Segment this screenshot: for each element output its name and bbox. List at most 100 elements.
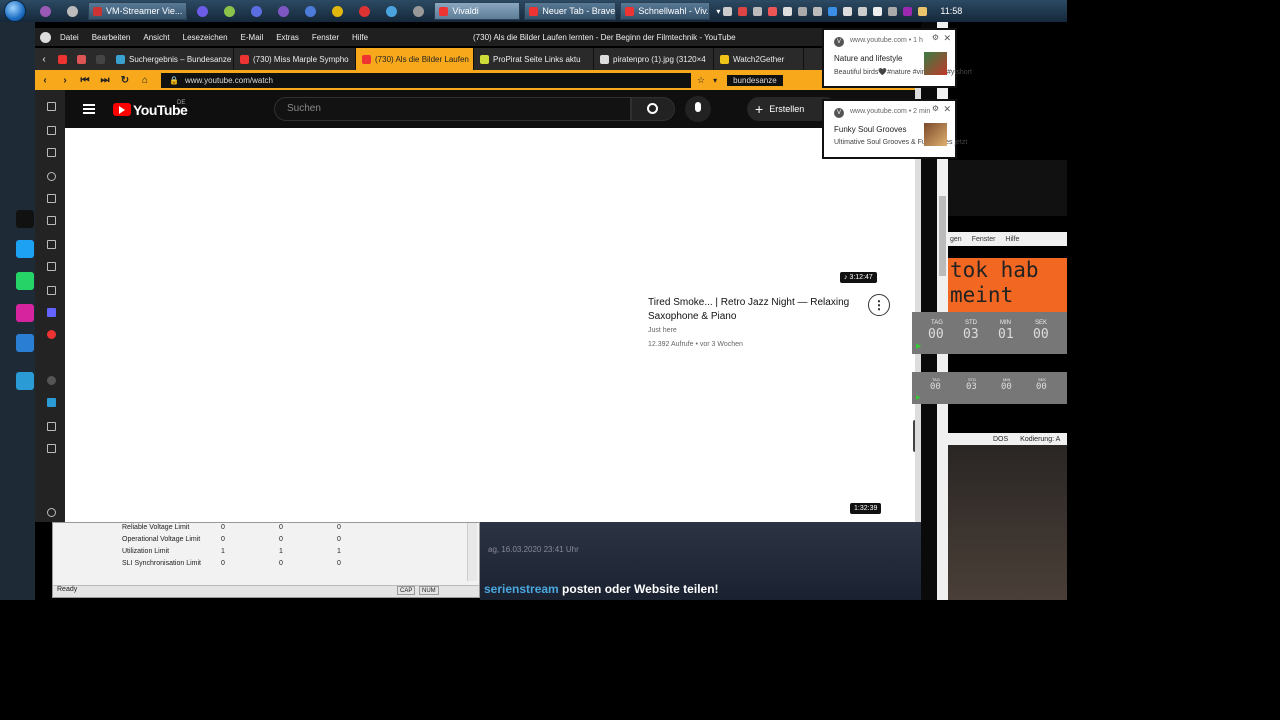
app-icon[interactable] [305,5,317,17]
tray-icon[interactable] [828,6,838,16]
tab-icon[interactable] [96,54,105,64]
tab-als-die-bilder[interactable]: (730) Als die Bilder Laufen [356,48,474,70]
vivaldi-menu-icon[interactable] [40,31,51,43]
tray-icon[interactable] [888,6,898,16]
whatsapp-icon[interactable] [16,272,34,290]
post-link[interactable]: serienstream posten oder Website teilen! [484,582,719,596]
tasks-icon[interactable] [47,286,56,295]
home-icon[interactable]: ⌂ [138,75,152,86]
translate-icon[interactable] [47,240,56,249]
chevron-left-icon[interactable]: ‹ [35,54,53,65]
notes-icon[interactable] [47,194,56,203]
tab-watch2gether[interactable]: Watch2Gether [714,48,804,70]
settings-icon[interactable]: ⚙ [932,33,939,42]
scrollbar[interactable] [467,523,477,581]
reload-icon[interactable]: ↻ [118,75,132,86]
app-icon[interactable] [251,5,263,17]
menu-hilfe[interactable]: Hilfe [352,33,368,42]
menu-datei[interactable]: Datei [60,33,79,42]
reading-list-icon[interactable] [47,126,56,135]
taskbar-task-vm-streamer[interactable]: VM-Streamer Vie... [88,2,188,20]
app-icon[interactable] [278,5,290,17]
taskbar-task-schnellwahl[interactable]: Schnellwahl - Viv... [620,2,711,20]
mail-icon[interactable] [47,216,56,225]
history-icon[interactable] [47,172,56,181]
app-icon[interactable] [197,5,209,17]
more-options-icon[interactable]: ⋮ [868,294,890,316]
menu-bearbeiten[interactable]: Bearbeiten [92,33,131,42]
telegram-icon[interactable] [16,372,34,390]
app-icon[interactable] [224,5,236,17]
search-button[interactable] [631,97,675,121]
app-icon[interactable] [413,5,425,17]
tab-suchergebnis[interactable]: Suchergebnis – Bundesanze [110,48,234,70]
tray-icon[interactable] [813,6,823,16]
play-icon[interactable]: ▶ [916,342,921,350]
tray-icon[interactable] [903,6,913,16]
vivaldi-icon[interactable] [47,330,56,339]
app-icon[interactable] [359,5,371,17]
page-icon[interactable] [47,422,56,431]
notification-toast[interactable]: V www.youtube.com • 2 min ⚙ ✕ Funky Soul… [822,99,967,159]
tray-icon[interactable] [768,6,778,16]
notification-toast[interactable]: V www.youtube.com • 1 h ⚙ ✕ Nature and l… [822,28,972,88]
steam-icon[interactable] [783,6,793,16]
menu-item[interactable]: Hilfe [1005,236,1019,243]
app-icon[interactable] [16,334,34,352]
fast-forward-icon[interactable]: ⏭ [98,75,112,86]
tab-miss-marple[interactable]: (730) Miss Marple Sympho [234,48,356,70]
menu-extras[interactable]: Extras [276,33,299,42]
tray-icon[interactable] [873,6,883,16]
rewind-icon[interactable]: ⏮ [78,75,92,86]
menu-item[interactable]: gen [950,236,962,243]
tray-icon[interactable] [843,6,853,16]
video-title[interactable]: Tired Smoke... | Retro Jazz Night — Rela… [648,296,868,324]
mastodon-icon[interactable] [47,308,56,317]
scrollbar-thumb[interactable] [939,196,946,276]
add-panel-icon[interactable] [47,444,56,453]
tray-expand-icon[interactable]: ▾ [716,7,720,16]
tab-propirat[interactable]: ProPirat Seite Links aktu [474,48,594,70]
bookmark-icon[interactable]: ☆ [697,75,705,86]
video-channel[interactable]: Just here [648,327,677,334]
app-icon[interactable] [40,5,51,17]
tab-piratenpro[interactable]: piratenpro (1).jpg (3120×4 [594,48,714,70]
bookmark-bar-item[interactable]: bundesanze [727,74,783,86]
chevron-left-icon[interactable]: ‹ [38,75,52,86]
menu-ansicht[interactable]: Ansicht [143,33,169,42]
mute-icon[interactable] [738,6,748,16]
taskbar-task-brave[interactable]: Neuer Tab - Brave [524,2,617,20]
settings-icon[interactable]: ⚙ [932,104,939,113]
tray-icon[interactable] [918,6,928,16]
tab-icon[interactable] [77,54,86,64]
chevron-down-icon[interactable]: ▾ [713,76,717,85]
tray-icon[interactable] [858,6,868,16]
close-icon[interactable]: ✕ [943,33,951,44]
chevron-right-icon[interactable]: › [58,75,72,86]
downloads-icon[interactable] [47,148,56,157]
menu-email[interactable]: E-Mail [241,33,264,42]
start-button[interactable] [4,0,26,22]
web-panel-icon[interactable] [47,376,56,385]
app-icon[interactable] [386,5,398,17]
web-panel-icon[interactable] [47,398,56,407]
clock[interactable]: 11:58 [940,6,962,16]
calendar-icon[interactable] [47,262,56,271]
tray-icon[interactable] [798,6,808,16]
bookmarks-icon[interactable] [47,102,56,111]
hamburger-menu-icon[interactable] [83,104,95,114]
menu-fenster[interactable]: Fenster [312,33,339,42]
twitter-icon[interactable] [16,240,34,258]
url-field[interactable]: 🔒 www.youtube.com/watch [161,72,691,88]
app-icon[interactable] [67,5,78,17]
menu-item[interactable]: Fenster [972,236,996,243]
tray-icon[interactable] [723,6,733,16]
voice-search-button[interactable] [685,96,711,122]
search-input[interactable]: Suchen [274,97,631,121]
menu-lesezeichen[interactable]: Lesezeichen [183,33,228,42]
instagram-icon[interactable] [16,304,34,322]
taskbar-task-vivaldi[interactable]: Vivaldi [434,2,521,20]
tiktok-icon[interactable] [16,210,34,228]
youtube-icon[interactable] [58,54,67,64]
tray-icon[interactable] [753,6,763,16]
